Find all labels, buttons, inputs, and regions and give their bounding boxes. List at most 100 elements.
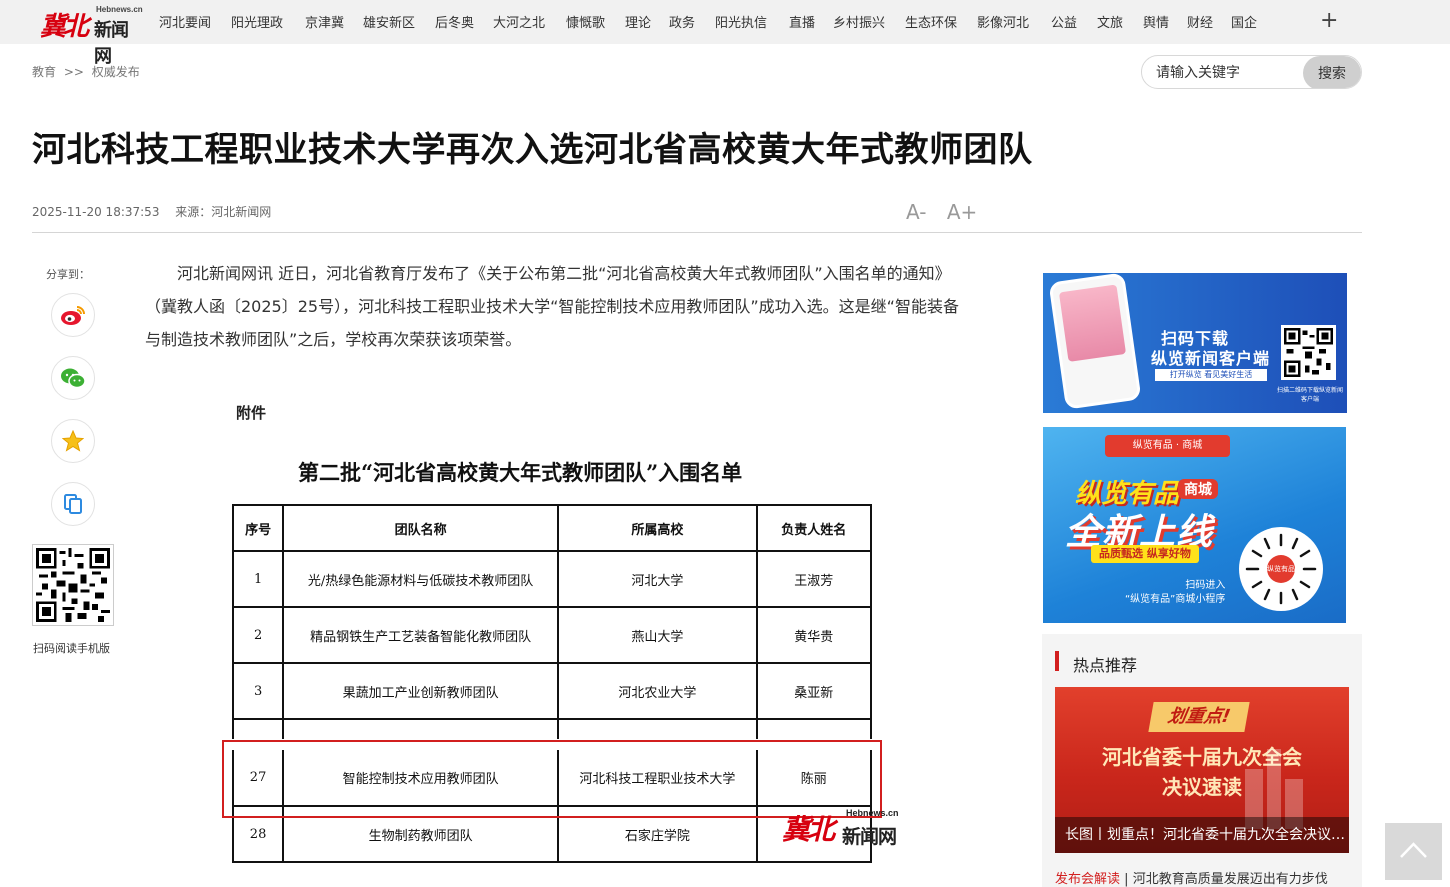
copy-link-icon — [64, 494, 82, 514]
attachment-document: 附件 第二批“河北省高校黄大年式教师团队”入围名单 序号 团队名称 所属高校 负… — [222, 390, 899, 887]
mini-program-code: 纵览有品 — [1239, 527, 1323, 611]
phone-illustration — [1048, 273, 1142, 410]
hot-item-tag[interactable]: 发布会解读 — [1055, 872, 1120, 887]
source-name[interactable]: 河北新闻网 — [211, 205, 271, 219]
nav-item[interactable]: 河北要闻 — [159, 12, 231, 32]
qr-caption: 扫码阅读手机版 — [33, 642, 110, 655]
highlight-box — [222, 740, 882, 818]
ad-mall-caption2: “纵览有品”商城小程序 — [1125, 594, 1226, 605]
wechat-icon — [61, 368, 86, 389]
feature-tag: 划重点! — [1148, 702, 1250, 732]
table-cell: 河北大学 — [557, 550, 758, 608]
feature-caption[interactable]: 长图丨划重点！河北省委十届九次全会决议速读 — [1055, 817, 1349, 853]
nav-item[interactable]: 慷慨歌 — [566, 12, 625, 32]
share-copy-button[interactable] — [51, 482, 95, 526]
weibo-icon — [61, 306, 85, 325]
section-accent-bar — [1055, 651, 1059, 671]
app-qr-code — [1281, 325, 1336, 380]
table-cell: 3 — [231, 662, 285, 720]
share-wechat-button[interactable] — [51, 356, 95, 400]
nav-item[interactable]: 财经 — [1187, 12, 1231, 32]
table-cell: 黄华贵 — [755, 606, 873, 664]
nav-item[interactable]: 理论 — [625, 12, 669, 32]
search-button[interactable]: 搜索 — [1303, 56, 1361, 88]
hot-item-text[interactable]: 河北教育高质量发展迈出有力步伐 — [1133, 872, 1328, 887]
font-increase-button[interactable]: A+ — [947, 200, 977, 224]
mini-program-center: 纵览有品 — [1267, 555, 1295, 583]
table-cell: 燕山大学 — [557, 606, 758, 664]
nav-item[interactable]: 影像河北 — [977, 12, 1051, 32]
table-cell: 河北农业大学 — [557, 662, 758, 720]
ad-mall-head: 纵览有品 · 商城 — [1105, 435, 1230, 457]
search-input[interactable] — [1156, 62, 1306, 84]
nav-item[interactable]: 乡村振兴 — [833, 12, 905, 32]
logo-site-name: 新闻网 — [94, 20, 129, 67]
mobile-qr-code — [32, 544, 114, 626]
shortlist-table-top: 序号 团队名称 所属高校 负责人姓名 1 光/热绿色能源材料与低碳技术教师团队 … — [231, 504, 873, 739]
nav-item[interactable]: 阳光执信 — [715, 12, 789, 32]
document-title: 第二批“河北省高校黄大年式教师团队”入围名单 — [298, 460, 743, 485]
hot-item-sep: | — [1124, 872, 1129, 887]
app-download-banner[interactable]: 扫码下载 纵览新闻客户端 打开纵览 看见美好生活 扫描二维码下载纵览新闻客户端 — [1043, 273, 1347, 413]
nav-item[interactable]: 文旅 — [1097, 12, 1143, 32]
chevron-up-icon — [1400, 842, 1427, 858]
ad-mall-tag: 商城 — [1178, 479, 1218, 499]
hot-heading: 热点推荐 — [1073, 656, 1138, 675]
nav-item[interactable]: 直播 — [789, 12, 833, 32]
table-row: 1 光/热绿色能源材料与低碳技术教师团队 河北大学 王淑芳 — [231, 550, 873, 608]
article-source: 来源：河北新闻网 — [175, 205, 271, 219]
table-cell: 桑亚新 — [755, 662, 873, 720]
watermark-brand: 冀北 — [782, 813, 835, 846]
ad-mall-line3: 品质甄选 纵享好物 — [1091, 545, 1199, 563]
nav-item[interactable]: 京津冀 — [305, 12, 363, 32]
ad-mall-caption1: 扫码进入 — [1185, 580, 1226, 591]
title-divider — [32, 232, 1362, 233]
header-cell: 负责人姓名 — [755, 504, 873, 552]
nav-more-icon[interactable]: + — [1320, 9, 1338, 33]
site-logo[interactable]: 冀北 Hebnews.cn 新闻网 — [40, 4, 143, 67]
table-gap-row — [231, 718, 873, 739]
nav-item[interactable]: 国企 — [1231, 12, 1257, 32]
hot-feature-image[interactable]: 划重点! 河北省委十届九次全会 决议速读 长图丨划重点！河北省委十届九次全会决议… — [1055, 687, 1349, 853]
table-row: 2 精品钢铁生产工艺装备智能化教师团队 燕山大学 黄华贵 — [231, 606, 873, 664]
article-date: 2025-11-20 18:37:53 — [32, 205, 160, 219]
breadcrumb-section[interactable]: 教育 — [32, 65, 56, 79]
logo-domain: Hebnews.cn — [96, 5, 143, 14]
qzone-icon — [62, 430, 84, 452]
source-label: 来源： — [175, 205, 212, 219]
nav-item[interactable]: 阳光理政 — [231, 12, 305, 32]
table-cell: 果蔬加工产业创新教师团队 — [282, 662, 560, 720]
nav-item[interactable]: 公益 — [1051, 12, 1097, 32]
attachment-label: 附件 — [236, 404, 267, 422]
mall-launch-banner[interactable]: 纵览有品 · 商城 纵览有品 商城 全新上线 品质甄选 纵享好物 扫码进入 “纵… — [1043, 427, 1346, 623]
nav-item[interactable]: 雄安新区 — [363, 12, 435, 32]
logo-brand: 冀北 — [40, 12, 89, 42]
ad-app-line3: 打开纵览 看见美好生活 — [1155, 369, 1267, 381]
table-cell: 光/热绿色能源材料与低碳技术教师团队 — [282, 550, 560, 608]
breadcrumb: 教育 >> 权威发布 — [32, 63, 144, 80]
share-weibo-button[interactable] — [51, 293, 95, 337]
nav-item[interactable]: 后冬奥 — [435, 12, 493, 32]
top-nav: 冀北 Hebnews.cn 新闻网 河北要闻 阳光理政 京津冀 雄安新区 后冬奥 大河之北… — [0, 0, 1450, 67]
breadcrumb-separator: >> — [63, 65, 84, 79]
search-box: 搜索 — [1141, 55, 1362, 89]
nav-item[interactable]: 生态环保 — [905, 12, 977, 32]
header-cell: 序号 — [231, 504, 285, 552]
table-row: 3 果蔬加工产业创新教师团队 河北农业大学 桑亚新 — [231, 662, 873, 720]
back-to-top-button[interactable] — [1385, 823, 1442, 880]
table-cell: 精品钢铁生产工艺装备智能化教师团队 — [282, 606, 560, 664]
share-qzone-button[interactable] — [51, 419, 95, 463]
nav-item[interactable]: 舆情 — [1143, 12, 1187, 32]
watermark-domain: Hebnews.cn — [846, 808, 899, 818]
font-decrease-button[interactable]: A- — [906, 200, 926, 224]
nav-item[interactable]: 政务 — [669, 12, 715, 32]
nav-item[interactable]: 大河之北 — [493, 12, 566, 32]
article-meta: 2025-11-20 18:37:53 来源：河北新闻网 — [32, 203, 283, 220]
table-header-row: 序号 团队名称 所属高校 负责人姓名 — [231, 504, 873, 552]
hot-list-item[interactable]: 发布会解读 | 河北教育高质量发展迈出有力步伐 — [1055, 868, 1328, 887]
ad-app-line2: 纵览新闻客户端 — [1151, 349, 1271, 368]
header-cell: 团队名称 — [282, 504, 560, 552]
hot-recommendations: 热点推荐 划重点! 河北省委十届九次全会 决议速读 长图丨划重点！河北省委十届九… — [1042, 634, 1362, 887]
header-cell: 所属高校 — [557, 504, 758, 552]
breadcrumb-sub[interactable]: 权威发布 — [92, 65, 140, 79]
